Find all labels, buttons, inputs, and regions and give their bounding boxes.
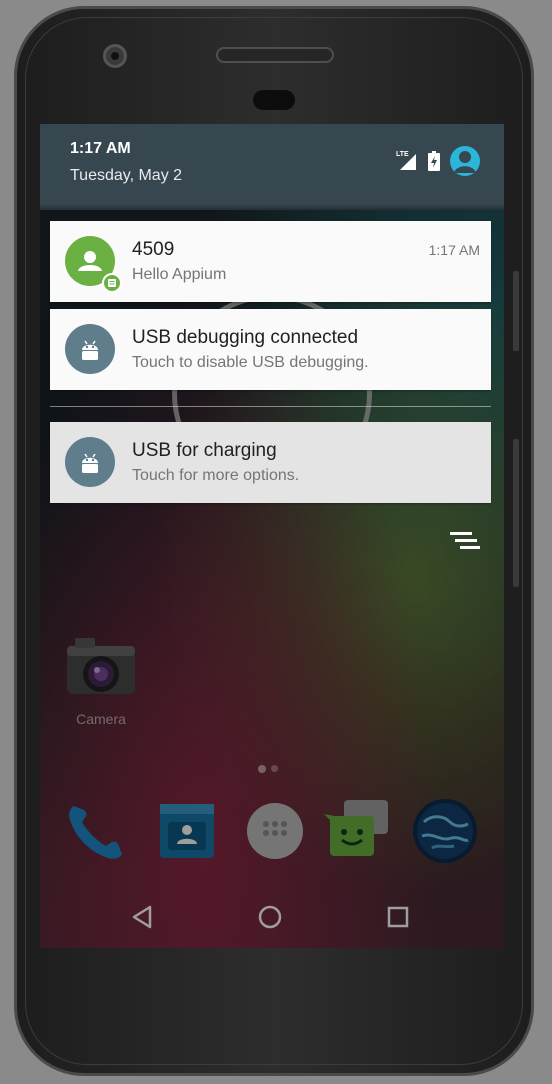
notification-message[interactable]: 4509 Hello Appium 1:17 AM xyxy=(50,221,491,302)
battery-charging-icon xyxy=(428,151,440,171)
clock-time: 1:17 AM xyxy=(70,140,131,157)
system-icons: LTE xyxy=(396,146,480,176)
signal-icon: LTE xyxy=(396,151,418,171)
screen: Camera 1:17 AM Tuesday, May 2 LTE 4509 H… xyxy=(40,124,504,948)
notification-title: USB debugging connected xyxy=(132,327,359,348)
signal-strength-icon xyxy=(400,154,416,170)
clear-all-button[interactable] xyxy=(448,528,484,558)
notification-time: 1:17 AM xyxy=(428,242,480,258)
date-label[interactable]: Tuesday, May 2 xyxy=(70,167,182,185)
power-button xyxy=(513,271,519,351)
notification-text: Touch for more options. xyxy=(132,467,300,484)
volume-button xyxy=(513,439,519,587)
notification-text: Hello Appium xyxy=(132,266,227,283)
proximity-sensor xyxy=(253,90,295,110)
quick-settings-header[interactable]: 1:17 AM Tuesday, May 2 LTE xyxy=(40,124,504,210)
notification-usb-charging[interactable]: USB for charging Touch for more options. xyxy=(50,422,491,503)
notification-title: USB for charging xyxy=(132,440,277,461)
account-icon[interactable] xyxy=(450,146,480,176)
notification-title: 4509 xyxy=(132,239,175,260)
clear-all-icon xyxy=(450,532,480,549)
android-icon xyxy=(65,324,115,374)
notification-usb-debugging[interactable]: USB debugging connected Touch to disable… xyxy=(50,309,491,390)
notification-text: Touch to disable USB debugging. xyxy=(132,354,369,371)
front-camera xyxy=(103,44,127,68)
earpiece-speaker xyxy=(216,47,334,63)
android-icon xyxy=(65,437,115,487)
notification-divider xyxy=(50,406,491,407)
message-badge-icon xyxy=(102,273,122,293)
